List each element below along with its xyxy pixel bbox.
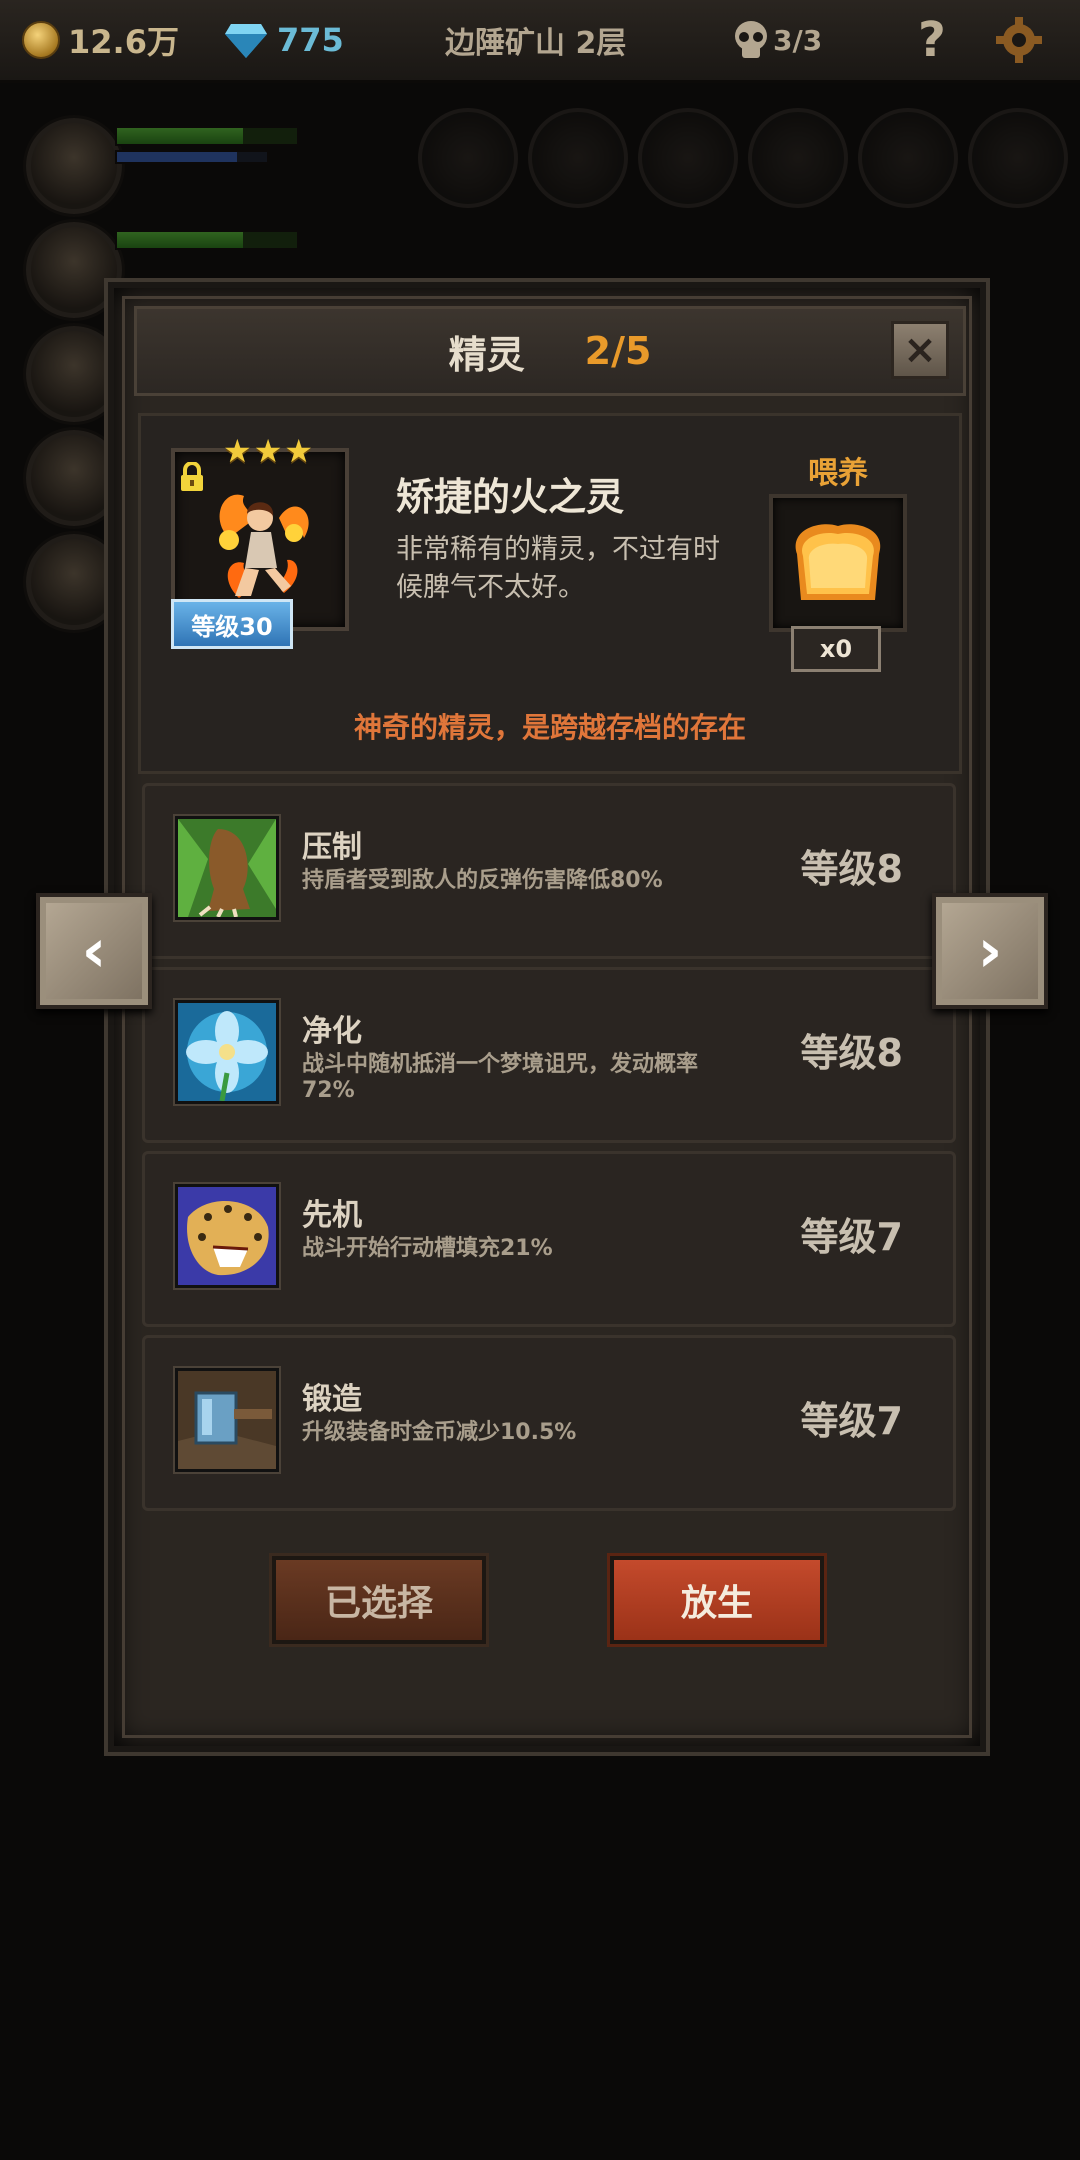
- potion-item-icon[interactable]: [638, 108, 738, 208]
- chevron-right-icon: ›: [977, 916, 1003, 986]
- skill-name: 先机: [302, 1198, 362, 1233]
- skill-level: 等级8: [800, 1031, 903, 1075]
- bell-item-icon[interactable]: [968, 108, 1068, 208]
- leopard-icon: [175, 1184, 279, 1288]
- stone-item-icon[interactable]: [748, 108, 848, 208]
- skill-row[interactable]: 先机 战斗开始行动槽填充21% 等级7: [142, 1151, 956, 1327]
- skill-description: 战斗中随机抵消一个梦境诅咒，发动概率72%: [302, 1052, 699, 1103]
- feed-label: 喂养: [808, 456, 868, 491]
- skill-name: 净化: [302, 1014, 362, 1049]
- next-spirit-button[interactable]: ›: [932, 893, 1048, 1009]
- feed-count: x0: [791, 626, 881, 672]
- spirit-count: 2/5: [584, 329, 652, 373]
- bread-icon: [795, 524, 881, 600]
- skill-list: 压制 持盾者受到敌人的反弹伤害降低80% 等级8 净化 战斗中随机抵消一个梦境诅…: [142, 783, 956, 1519]
- spirit-dialog: 精灵 2/5 × ★★★ 等级30 矫捷的火之灵 非常稀有的精灵，不过有时候脾气…: [108, 282, 986, 1752]
- chevron-left-icon: ‹: [81, 916, 107, 986]
- blue-flower-icon: [175, 1000, 279, 1104]
- skill-level: 等级7: [800, 1399, 903, 1443]
- forge-hammer-icon: [175, 1368, 279, 1472]
- coffin-item-icon[interactable]: [528, 108, 628, 208]
- skill-row[interactable]: 净化 战斗中随机抵消一个梦境诅咒，发动概率72% 等级8: [142, 967, 956, 1143]
- beast-claw-icon: [175, 816, 279, 920]
- carrot-item-icon[interactable]: [858, 108, 958, 208]
- prev-spirit-button[interactable]: ‹: [36, 893, 152, 1009]
- fire-spirit-icon: [219, 494, 309, 598]
- hero-mp-bar: [115, 150, 269, 164]
- skill-name: 压制: [302, 830, 362, 865]
- spirit-name: 矫捷的火之灵: [396, 475, 625, 519]
- skill-description: 战斗开始行动槽填充21%: [302, 1236, 553, 1261]
- spirit-notice: 神奇的精灵，是跨越存档的存在: [353, 711, 746, 744]
- spirit-info-panel: ★★★ 等级30 矫捷的火之灵 非常稀有的精灵，不过有时候脾气不太好。 喂养 x…: [138, 413, 962, 774]
- skill-name: 锻造: [302, 1382, 362, 1417]
- close-button[interactable]: ×: [891, 321, 949, 379]
- feed-button[interactable]: [769, 494, 907, 632]
- hero-portrait[interactable]: [26, 118, 122, 214]
- close-icon: ×: [903, 327, 937, 373]
- skill-level: 等级7: [800, 1215, 903, 1259]
- dialog-title: 精灵: [448, 332, 525, 377]
- dialog-header: 精灵 2/5 ×: [134, 306, 966, 396]
- skill-description: 升级装备时金币减少10.5%: [302, 1420, 577, 1445]
- spirit-description: 非常稀有的精灵，不过有时候脾气不太好。: [396, 534, 720, 603]
- selected-button[interactable]: 已选择: [272, 1556, 486, 1644]
- spirit-level-badge: 等级30: [171, 599, 293, 649]
- skill-description: 持盾者受到敌人的反弹伤害降低80%: [302, 868, 663, 893]
- star-rating: ★★★: [223, 432, 316, 470]
- skill-row[interactable]: 锻造 升级装备时金币减少10.5% 等级7: [142, 1335, 956, 1511]
- skill-row[interactable]: 压制 持盾者受到敌人的反弹伤害降低80% 等级8: [142, 783, 956, 959]
- skill-level: 等级8: [800, 847, 903, 891]
- hero-hp-bar: [115, 126, 299, 146]
- hero-hp-bar: [115, 230, 299, 250]
- release-button[interactable]: 放生: [610, 1556, 824, 1644]
- pumpkin-item-icon[interactable]: [418, 108, 518, 208]
